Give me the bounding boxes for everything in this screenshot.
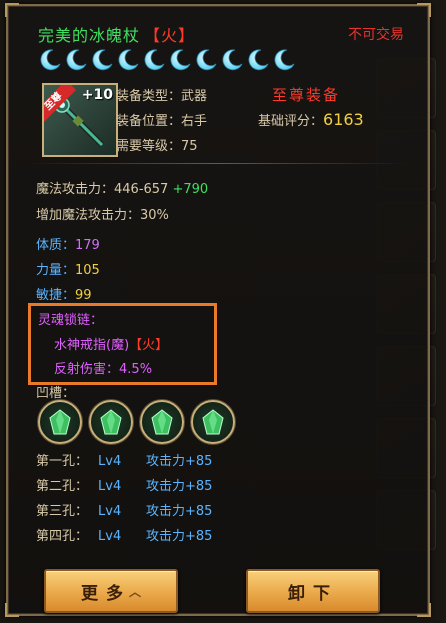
socket-hole-row: 第三孔： Lv4 攻击力+85	[36, 504, 213, 519]
con-row: 体质：179	[36, 238, 100, 253]
item-icon: 至尊 +10	[42, 83, 118, 157]
soul-chain-item: 水神戒指(魔)【火】	[54, 338, 169, 353]
no-trade-label: 不可交易	[348, 27, 404, 43]
moon-star-icon	[64, 48, 88, 72]
moon-star-icon	[246, 48, 270, 72]
soul-chain-title: 灵魂锁链：	[38, 313, 104, 328]
chevron-up-icon: ︿	[128, 584, 141, 599]
green-gem-icon[interactable]	[191, 400, 235, 444]
item-name: 完美的冰魄杖 【火】	[38, 22, 195, 46]
sockets-title: 凹槽：	[36, 386, 76, 401]
magic-atk-row: 魔法攻击力：446-657 +790	[36, 182, 209, 197]
star-rating	[38, 48, 296, 72]
green-gem-icon[interactable]	[140, 400, 184, 444]
level-row: 需要等级：75	[116, 139, 198, 154]
socket-gems	[38, 400, 235, 444]
item-tooltip: 完美的冰魄杖 【火】 不可交易 至尊 +10 装备类型：武器 至尊装备 装备位置：…	[5, 3, 431, 617]
socket-hole-row: 第二孔： Lv4 攻击力+85	[36, 479, 213, 494]
unequip-button-label: 卸下	[288, 583, 338, 604]
moon-star-icon	[90, 48, 114, 72]
str-row: 力量：105	[36, 263, 100, 278]
divider	[28, 163, 408, 164]
enhance-level: +10	[81, 87, 113, 103]
soul-chain-effect: 反射伤害：4.5%	[54, 362, 153, 377]
moon-star-icon	[272, 48, 296, 72]
more-button-label: 更多	[80, 583, 131, 604]
position-row: 装备位置：右手	[116, 114, 208, 129]
agi-row: 敏捷：99	[36, 288, 92, 303]
socket-hole-row: 第四孔： Lv4 攻击力+85	[36, 529, 213, 544]
green-gem-icon[interactable]	[89, 400, 133, 444]
socket-hole-row: 第一孔： Lv4 攻击力+85	[36, 454, 213, 469]
moon-star-icon	[38, 48, 62, 72]
score-row: 基础评分：6163	[258, 110, 364, 129]
moon-star-icon	[142, 48, 166, 72]
magic-pct-row: 增加魔法攻击力：30%	[36, 208, 169, 223]
more-button[interactable]: 更多 ︿	[44, 569, 178, 613]
green-gem-icon[interactable]	[38, 400, 82, 444]
type-row: 装备类型：武器	[116, 89, 208, 104]
item-name-text: 完美的冰魄杖	[38, 26, 141, 45]
moon-star-icon	[220, 48, 244, 72]
item-element: 【火】	[144, 26, 196, 45]
moon-star-icon	[116, 48, 140, 72]
supreme-label: 至尊装备	[272, 86, 341, 104]
unequip-button[interactable]: 卸下	[246, 569, 380, 613]
moon-star-icon	[168, 48, 192, 72]
score-value: 6163	[323, 110, 364, 129]
moon-star-icon	[194, 48, 218, 72]
